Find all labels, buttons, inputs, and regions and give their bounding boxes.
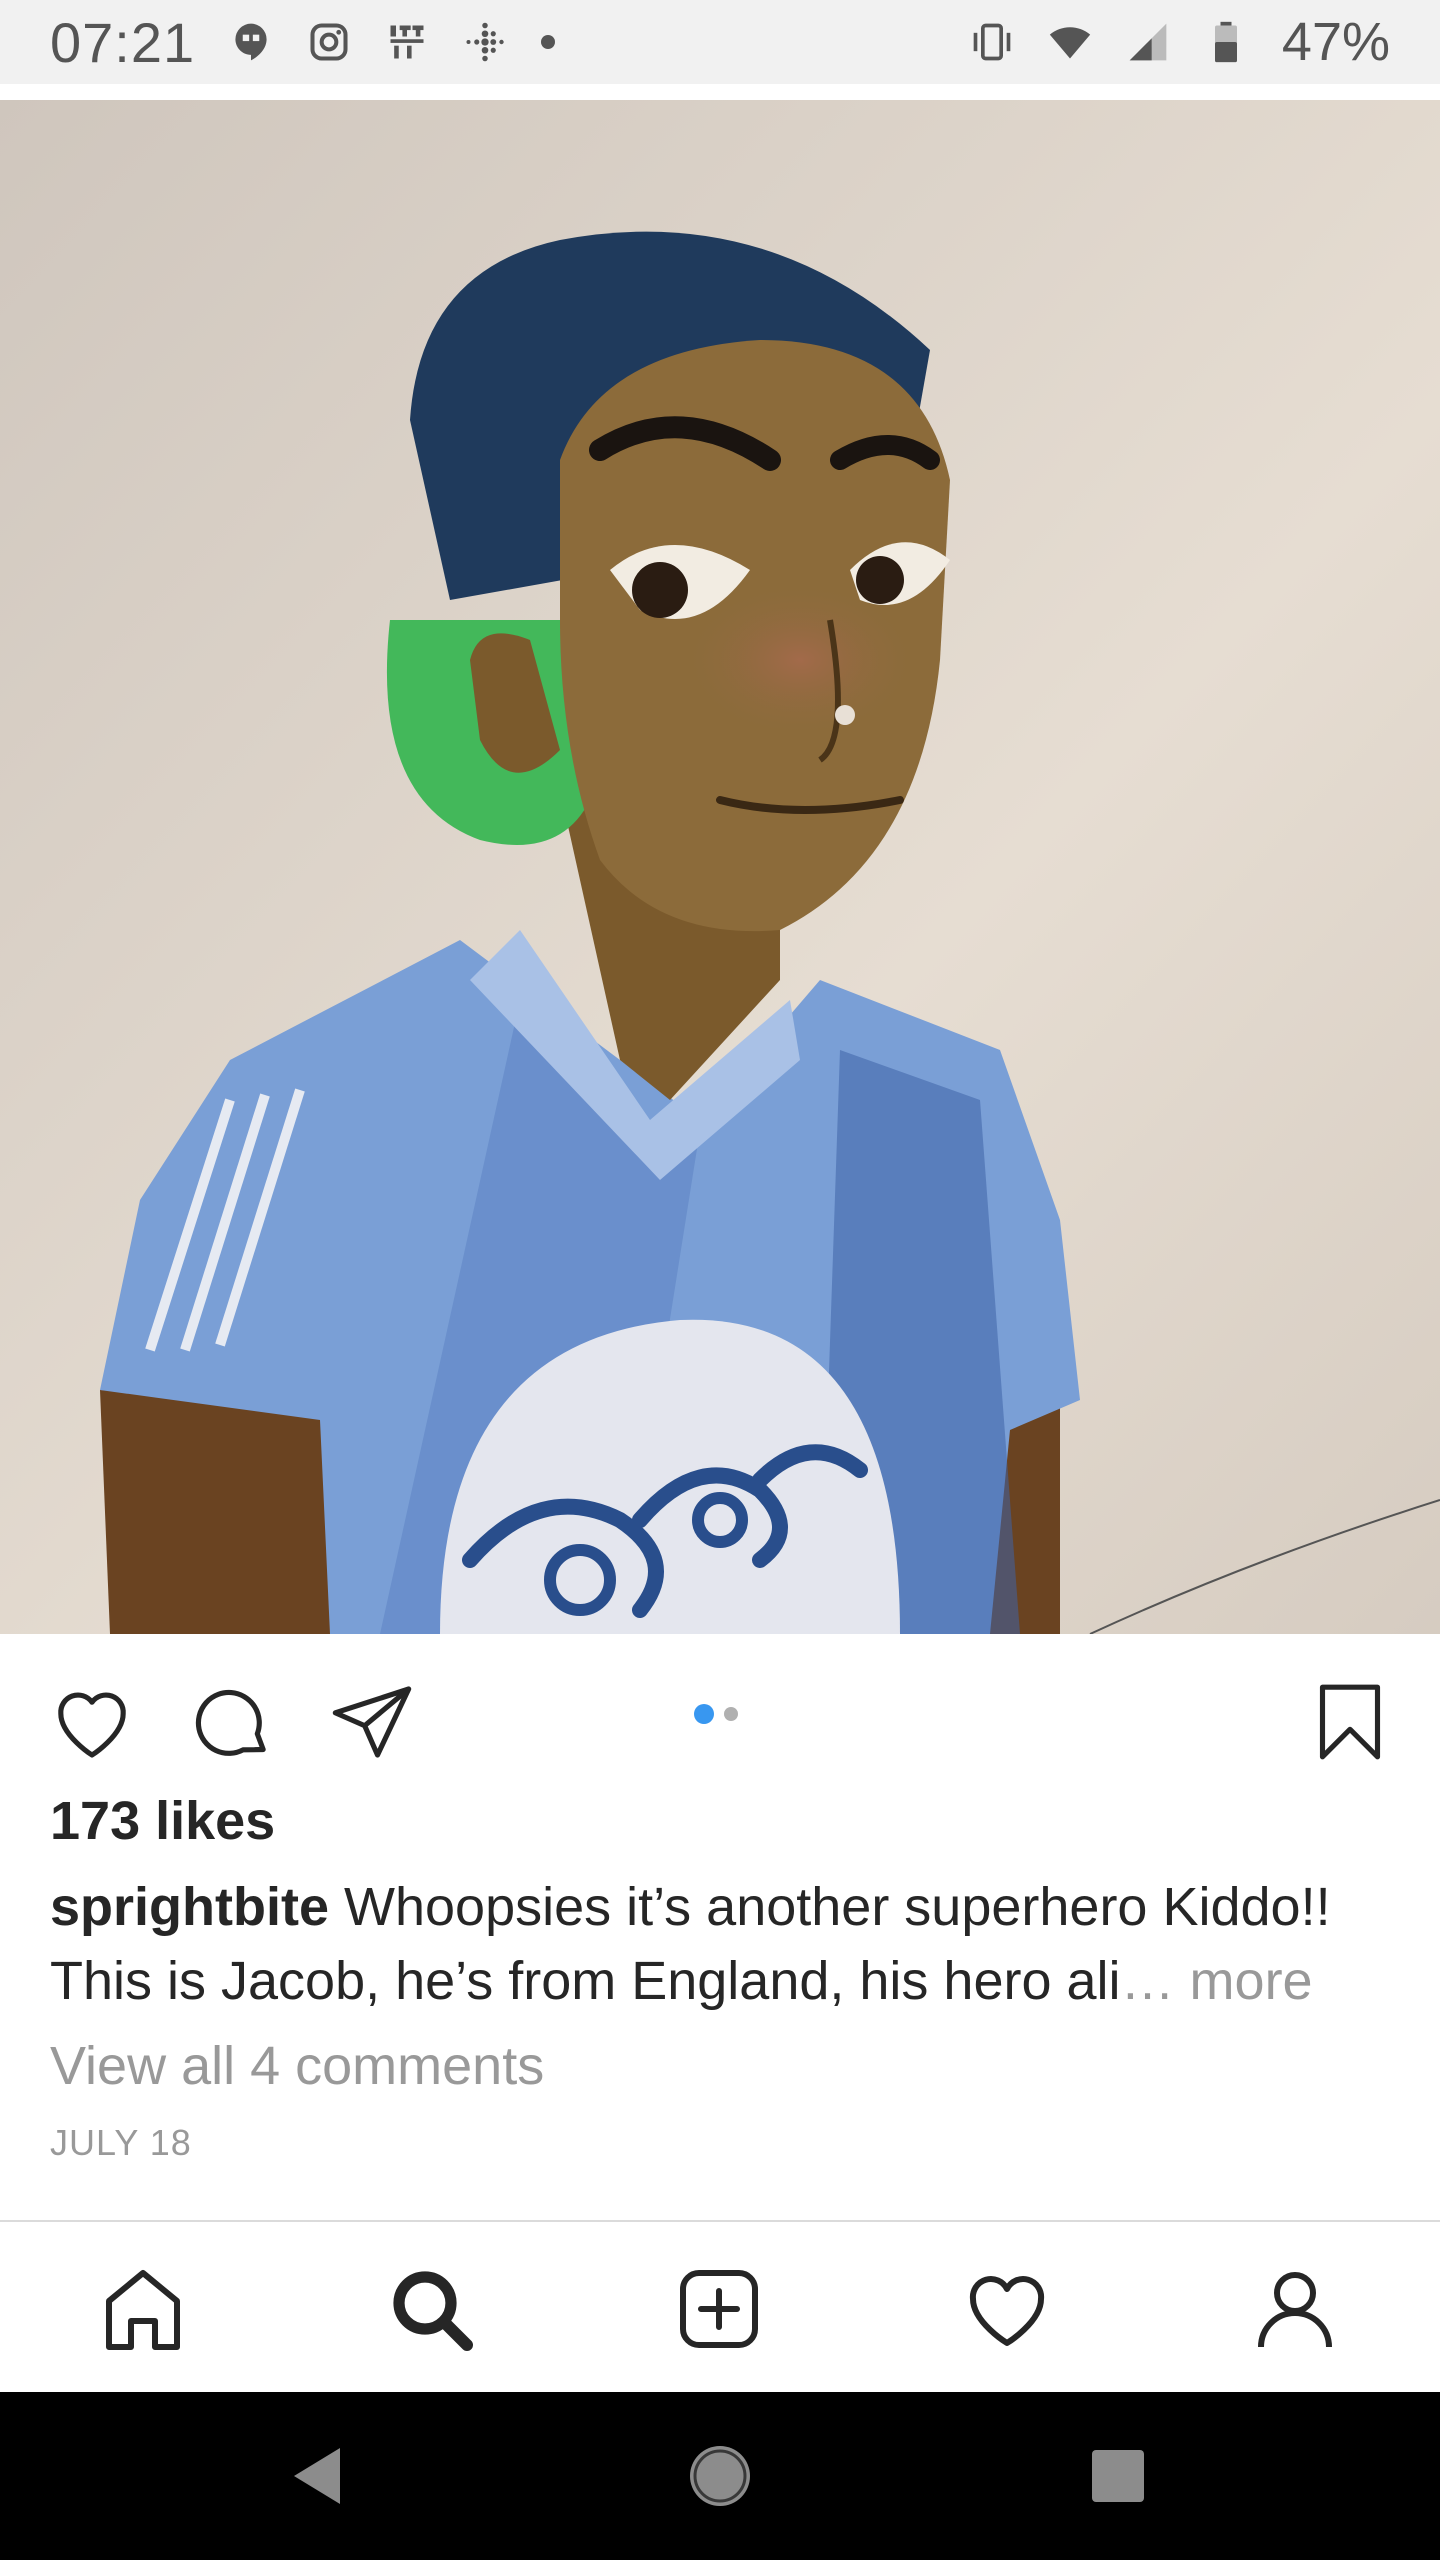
nav-add-button[interactable]: [664, 2254, 774, 2364]
system-nav-bar: [0, 2392, 1440, 2560]
carousel-dot: [724, 1707, 738, 1721]
status-bar: 07:21 47%: [0, 0, 1440, 84]
wifi-icon: [1048, 20, 1092, 64]
post-caption: sprightbite Whoopsies it’s another super…: [50, 1870, 1400, 2018]
post-action-row: [0, 1634, 1440, 1784]
add-post-icon: [680, 2270, 758, 2348]
home-circle-icon: [690, 2446, 750, 2506]
search-icon: [393, 2271, 473, 2351]
post-image[interactable]: [0, 100, 1440, 1634]
system-back-button[interactable]: [278, 2436, 358, 2516]
instagram-icon: [307, 20, 351, 64]
nav-activity-button[interactable]: [952, 2254, 1062, 2364]
carousel-dot-active: [694, 1704, 714, 1724]
notification-dot-icon: [541, 35, 556, 49]
profile-icon: [1258, 2272, 1332, 2348]
fitbit-icon: [463, 20, 507, 64]
comment-button[interactable]: [184, 1674, 280, 1770]
share-button[interactable]: [324, 1674, 420, 1770]
comment-bubble-icon: [195, 1689, 266, 1756]
view-comments-link[interactable]: View all 4 comments: [50, 2035, 544, 2097]
status-bar-right: 47%: [970, 11, 1390, 73]
back-icon: [294, 2448, 340, 2504]
post-date: JULY 18: [50, 2122, 192, 2163]
nav-search-button[interactable]: [376, 2254, 486, 2364]
ift-icon: [385, 20, 429, 64]
vibrate-icon: [970, 20, 1014, 64]
like-button[interactable]: [44, 1674, 140, 1770]
battery-percent: 47%: [1281, 12, 1390, 72]
status-bar-left: 07:21: [50, 10, 556, 75]
bookmark-icon: [1319, 1684, 1381, 1760]
nav-home-button[interactable]: [88, 2254, 198, 2364]
carousel-indicator: [694, 1704, 738, 1724]
bottom-nav: [0, 2220, 1440, 2392]
caption-text-line1: Whoopsies it’s another superhero Kiddo!!: [329, 1877, 1331, 1937]
post-illustration: [0, 100, 1440, 1634]
recents-icon: [1092, 2450, 1144, 2502]
hangouts-icon: [229, 20, 273, 64]
activity-heart-icon: [969, 2276, 1045, 2346]
system-home-button[interactable]: [680, 2436, 760, 2516]
battery-icon: [1204, 20, 1248, 64]
save-button[interactable]: [1302, 1674, 1398, 1770]
caption-more-link[interactable]: … more: [1121, 1951, 1313, 2011]
heart-outline-icon: [58, 1692, 126, 1758]
caption-text-line2: This is Jacob, he’s from England, his he…: [50, 1951, 1121, 2011]
status-time: 07:21: [50, 10, 196, 74]
likes-count[interactable]: 173 likes: [50, 1790, 275, 1852]
system-recents-button[interactable]: [1078, 2436, 1158, 2516]
nav-profile-button[interactable]: [1240, 2254, 1350, 2364]
caption-username[interactable]: sprightbite: [50, 1877, 329, 1937]
paper-plane-icon: [332, 1686, 412, 1758]
home-icon: [106, 2270, 180, 2350]
signal-icon: [1126, 20, 1170, 64]
